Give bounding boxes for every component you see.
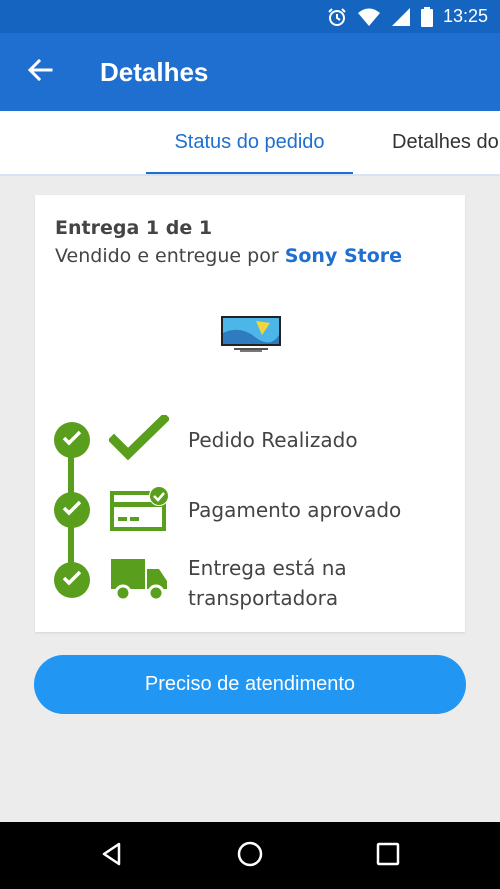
wifi-icon — [357, 7, 381, 27]
back-arrow-icon — [27, 58, 53, 85]
seller-prefix: Vendido e entregue por — [55, 245, 279, 267]
nav-home-button[interactable] — [230, 836, 270, 876]
delivery-truck-icon — [109, 555, 169, 603]
checkmark-icon — [62, 430, 82, 450]
triangle-back-icon — [99, 841, 125, 871]
nav-back-button[interactable] — [92, 836, 132, 876]
seller-line: Vendido e entregue por Sony Store — [55, 245, 402, 267]
system-nav-bar — [0, 822, 500, 889]
delivery-title: Entrega 1 de 1 — [55, 217, 213, 239]
step-complete-dot — [54, 562, 90, 598]
status-bar: 13:25 — [0, 0, 500, 33]
checkmark-icon — [107, 412, 171, 463]
page-title: Detalhes — [100, 56, 209, 87]
seller-link[interactable]: Sony Store — [285, 245, 402, 267]
battery-icon — [420, 6, 433, 27]
step-complete-dot — [54, 422, 90, 458]
step-label: Pagamento aprovado — [188, 498, 402, 522]
app-bar: Detalhes — [0, 33, 500, 111]
payment-card-icon — [109, 485, 169, 533]
nav-recents-button[interactable] — [368, 836, 408, 876]
order-status-card: Entrega 1 de 1 Vendido e entregue por So… — [35, 195, 465, 632]
step-label: Pedido Realizado — [188, 428, 358, 452]
square-recents-icon — [376, 842, 400, 870]
alarm-icon — [327, 7, 347, 27]
back-button[interactable] — [0, 33, 80, 111]
circle-home-icon — [236, 840, 264, 872]
tab-bar: Status do pedido Detalhes do — [0, 111, 500, 176]
product-tv-image — [220, 315, 282, 355]
step-label-line-1: Entrega está na — [188, 556, 347, 580]
tab-detalhes[interactable]: Detalhes do — [380, 111, 500, 174]
request-support-button[interactable]: Preciso de atendimento — [34, 655, 466, 714]
status-time: 13:25 — [442, 6, 488, 26]
step-complete-dot — [54, 492, 90, 528]
tab-status-do-pedido[interactable]: Status do pedido — [146, 111, 353, 174]
checkmark-icon — [62, 500, 82, 520]
checkmark-icon — [62, 570, 82, 590]
signal-icon — [391, 7, 411, 27]
step-label-line-2: transportadora — [188, 586, 339, 610]
step-label: Entrega está na transportadora — [188, 553, 347, 613]
